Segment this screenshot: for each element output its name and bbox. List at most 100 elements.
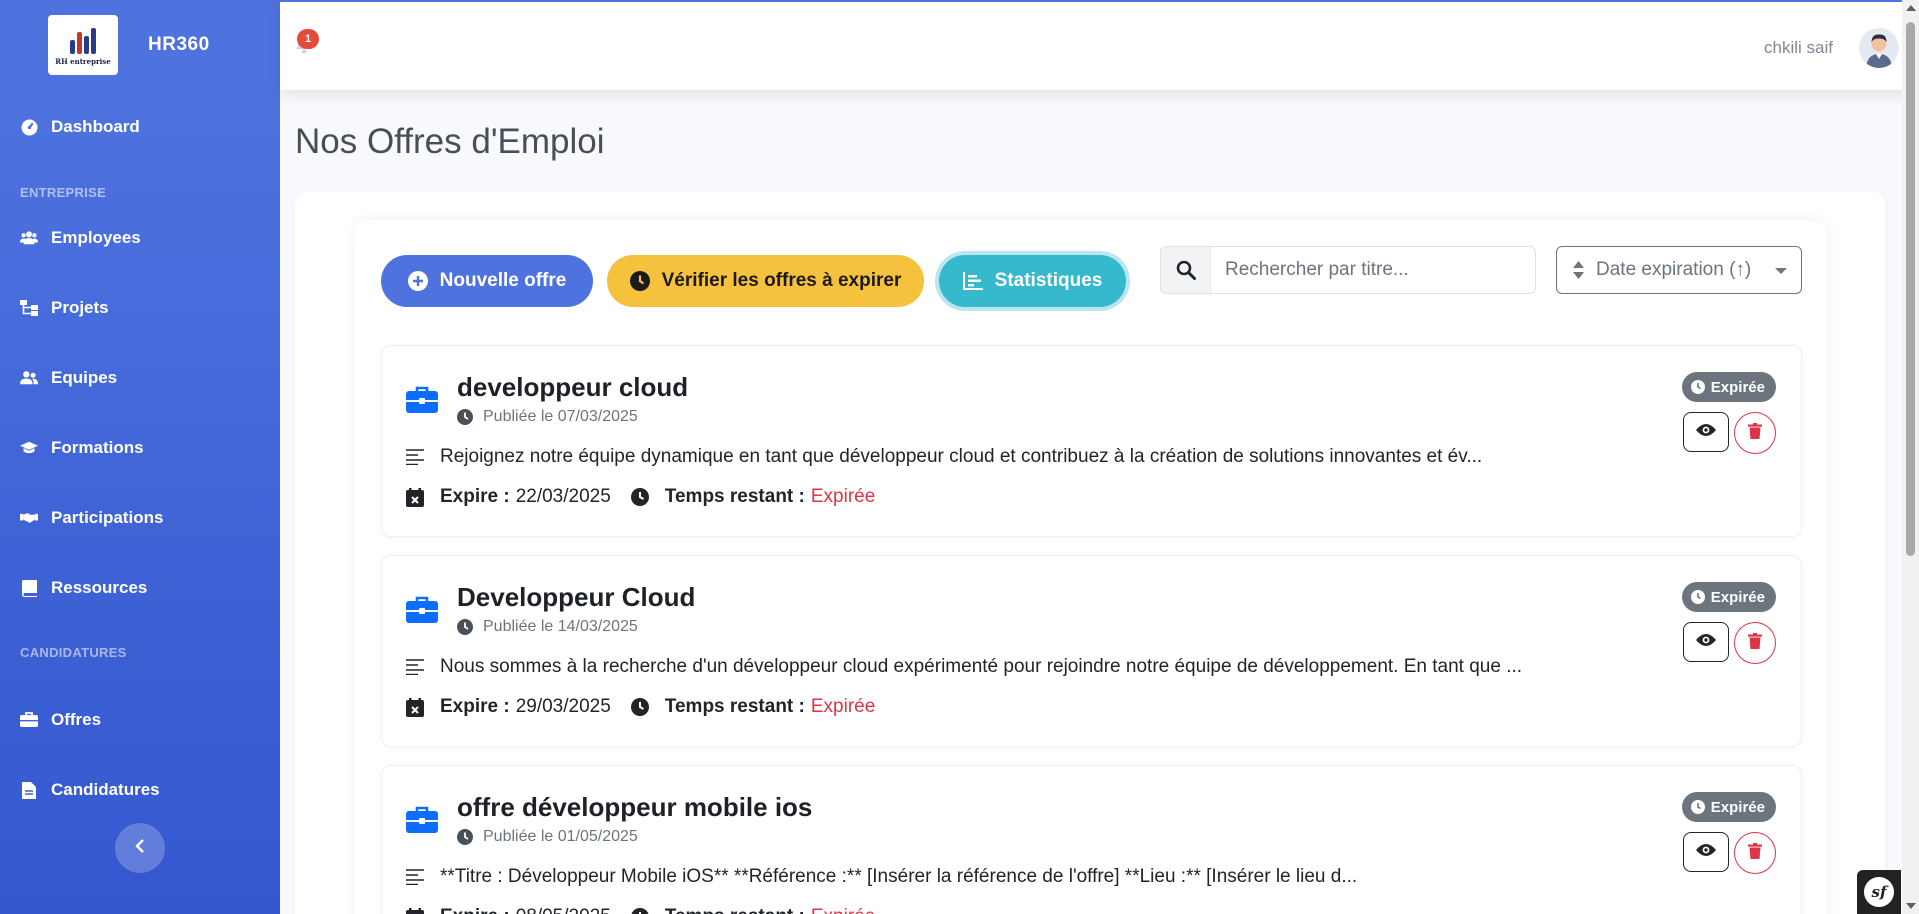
search-input[interactable] xyxy=(1211,259,1511,281)
trash-icon xyxy=(1748,632,1762,654)
sidebar-item-ressources[interactable]: Ressources xyxy=(0,568,280,608)
topbar: 1 chkili saif xyxy=(280,0,1919,90)
search-icon xyxy=(1161,247,1211,293)
clock-icon xyxy=(1690,380,1705,394)
chevron-left-icon xyxy=(135,838,145,858)
scroll-up-arrow-icon[interactable] xyxy=(1906,5,1916,11)
remaining-label: Temps restant : xyxy=(664,486,805,507)
check-expiring-label: Vérifier les offres à expirer xyxy=(661,270,902,291)
sidebar-item-employees[interactable]: Employees xyxy=(0,218,280,258)
delete-button[interactable] xyxy=(1734,622,1776,664)
job-description: **Titre : Développeur Mobile iOS** **Réf… xyxy=(440,866,1358,887)
clock-icon xyxy=(630,698,651,716)
trash-icon xyxy=(1748,422,1762,444)
job-card: Developpeur Cloud Publiée le 14/03/2025 … xyxy=(381,555,1802,747)
job-card: developpeur cloud Publiée le 07/03/2025 … xyxy=(381,345,1802,537)
clock-icon xyxy=(631,908,651,914)
expire-date: 08/05/2025 xyxy=(516,906,611,914)
sidebar-item-label: Projets xyxy=(51,298,109,317)
eye-icon xyxy=(1696,633,1716,652)
brand-name: HR360 xyxy=(148,34,210,55)
job-published-date: Publiée le 01/05/2025 xyxy=(483,828,638,845)
job-title[interactable]: offre développeur mobile ios xyxy=(457,792,812,823)
clock-icon xyxy=(1690,590,1705,604)
graduation-cap-icon xyxy=(20,439,38,457)
check-expiring-button[interactable]: Vérifier les offres à expirer xyxy=(607,255,924,307)
align-left-icon xyxy=(406,449,426,465)
sidebar-toggle-button[interactable] xyxy=(115,823,165,873)
symfony-logo-icon: sf xyxy=(1864,877,1894,907)
sidebar-item-participations[interactable]: Participations xyxy=(0,498,280,538)
sidebar-heading-entreprise: ENTREPRISE xyxy=(20,185,107,200)
sidebar-heading-candidatures: CANDIDATURES xyxy=(20,645,127,660)
statistics-button[interactable]: Statistiques xyxy=(939,255,1126,307)
calendar-x-icon xyxy=(406,487,426,507)
search-box xyxy=(1160,246,1536,294)
align-left-icon xyxy=(406,869,426,885)
brand-logo: RH entreprise xyxy=(48,15,118,75)
user-name[interactable]: chkili saif xyxy=(1764,38,1833,58)
plus-circle-icon xyxy=(407,271,428,291)
briefcase-icon xyxy=(406,386,440,416)
job-published-date: Publiée le 07/03/2025 xyxy=(483,408,638,425)
sort-dropdown[interactable]: Date expiration (↑) xyxy=(1556,246,1802,294)
view-button[interactable] xyxy=(1683,832,1729,872)
expire-date: 29/03/2025 xyxy=(515,696,611,717)
users-icon xyxy=(20,229,38,247)
remaining-label: Temps restant : xyxy=(665,906,805,914)
clock-icon xyxy=(629,271,650,291)
status-label: Expirée xyxy=(1710,588,1765,606)
job-published-date: Publiée le 14/03/2025 xyxy=(483,618,638,635)
delete-button[interactable] xyxy=(1734,412,1776,454)
sidebar-item-label: Candidatures xyxy=(51,780,160,799)
view-button[interactable] xyxy=(1683,412,1729,452)
job-title[interactable]: Developpeur Cloud xyxy=(457,582,695,613)
sidebar-item-dashboard[interactable]: Dashboard xyxy=(0,107,280,147)
new-offer-label: Nouvelle offre xyxy=(439,270,567,291)
scroll-down-arrow-icon[interactable] xyxy=(1906,903,1916,909)
briefcase-icon xyxy=(20,711,38,729)
clock-icon xyxy=(1690,800,1705,814)
view-button[interactable] xyxy=(1683,622,1729,662)
status-label: Expirée xyxy=(1710,798,1765,816)
sidebar-item-equipes[interactable]: Equipes xyxy=(0,358,280,398)
new-offer-button[interactable]: Nouvelle offre xyxy=(381,255,593,307)
clock-icon xyxy=(457,619,473,635)
avatar[interactable] xyxy=(1859,28,1899,68)
job-description: Rejoignez notre équipe dynamique en tant… xyxy=(440,446,1483,467)
sidebar-item-label: Offres xyxy=(51,710,102,729)
sitemap-icon xyxy=(20,299,38,317)
briefcase-icon xyxy=(406,596,440,626)
sidebar-item-candidatures[interactable]: Candidatures xyxy=(0,770,280,810)
expire-date: 22/03/2025 xyxy=(515,486,611,507)
expire-label: Expire : xyxy=(440,906,510,914)
sort-icon xyxy=(1573,261,1584,279)
sidebar-item-label: Formations xyxy=(51,438,144,457)
clock-icon xyxy=(630,488,651,506)
delete-button[interactable] xyxy=(1734,832,1776,874)
brand-logo-text: RH entreprise xyxy=(55,57,111,66)
sidebar: RH entreprise HR360 Dashboard ENTREPRISE… xyxy=(0,0,280,914)
eye-icon xyxy=(1696,843,1716,862)
sidebar-item-projets[interactable]: Projets xyxy=(0,288,280,328)
status-badge: Expirée xyxy=(1681,582,1776,612)
clock-icon xyxy=(457,829,473,845)
align-left-icon xyxy=(406,659,426,675)
status-label: Expirée xyxy=(1710,378,1765,396)
user-group-icon xyxy=(20,369,38,387)
sidebar-item-offres[interactable]: Offres xyxy=(0,700,280,740)
page-scrollbar[interactable] xyxy=(1902,0,1919,914)
job-title[interactable]: developpeur cloud xyxy=(457,372,688,403)
calendar-x-icon xyxy=(406,907,426,914)
sort-label: Date expiration (↑) xyxy=(1596,259,1752,280)
scrollbar-thumb[interactable] xyxy=(1906,22,1915,556)
page-title: Nos Offres d'Emploi xyxy=(295,122,605,161)
symfony-toolbar-button[interactable]: sf xyxy=(1857,870,1901,914)
book-icon xyxy=(20,579,38,597)
remaining-time: Expirée xyxy=(811,906,875,914)
brand[interactable]: RH entreprise HR360 xyxy=(0,0,280,90)
sidebar-item-formations[interactable]: Formations xyxy=(0,428,280,468)
status-badge: Expirée xyxy=(1681,372,1776,402)
eye-icon xyxy=(1696,423,1716,442)
job-card: offre développeur mobile ios Publiée le … xyxy=(381,765,1802,914)
